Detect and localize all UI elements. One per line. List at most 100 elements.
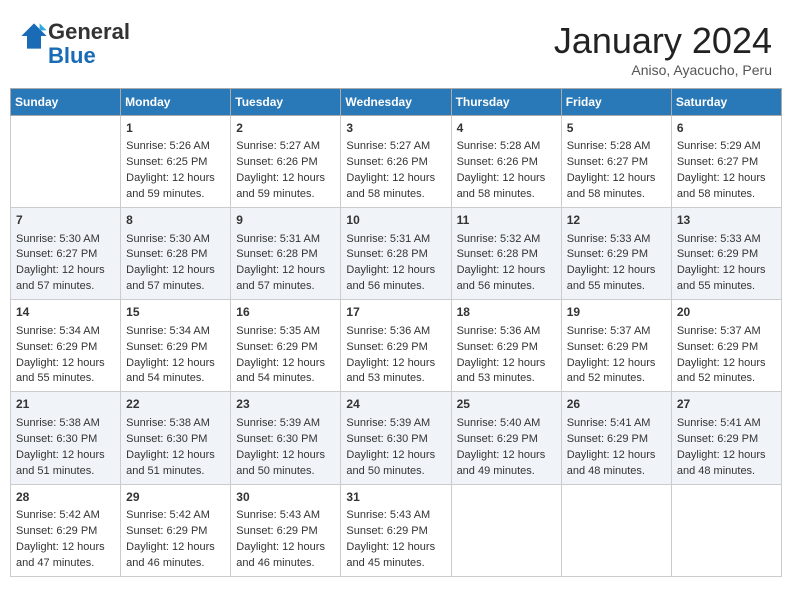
day-info: Sunrise: 5:39 AM Sunset: 6:30 PM Dayligh… bbox=[236, 417, 325, 477]
day-number: 19 bbox=[567, 304, 666, 321]
day-number: 7 bbox=[16, 212, 115, 229]
day-number: 24 bbox=[346, 396, 445, 413]
calendar-day-cell: 18 Sunrise: 5:36 AM Sunset: 6:29 PM Dayli… bbox=[451, 300, 561, 392]
day-number: 20 bbox=[677, 304, 776, 321]
day-number: 31 bbox=[346, 489, 445, 506]
day-info: Sunrise: 5:36 AM Sunset: 6:29 PM Dayligh… bbox=[346, 325, 435, 385]
day-info: Sunrise: 5:31 AM Sunset: 6:28 PM Dayligh… bbox=[236, 233, 325, 293]
day-info: Sunrise: 5:29 AM Sunset: 6:27 PM Dayligh… bbox=[677, 140, 766, 200]
calendar-day-cell: 10 Sunrise: 5:31 AM Sunset: 6:28 PM Dayli… bbox=[341, 208, 451, 300]
day-number: 4 bbox=[457, 120, 556, 137]
calendar-day-cell: 29 Sunrise: 5:42 AM Sunset: 6:29 PM Dayli… bbox=[121, 484, 231, 576]
logo-icon bbox=[20, 22, 48, 50]
calendar-day-cell: 22 Sunrise: 5:38 AM Sunset: 6:30 PM Dayli… bbox=[121, 392, 231, 484]
calendar-day-cell: 13 Sunrise: 5:33 AM Sunset: 6:29 PM Dayli… bbox=[671, 208, 781, 300]
calendar-week-row: 14Sunrise: 5:34 AM Sunset: 6:29 PM Dayli… bbox=[11, 300, 782, 392]
day-number: 26 bbox=[567, 396, 666, 413]
day-number: 17 bbox=[346, 304, 445, 321]
day-number: 22 bbox=[126, 396, 225, 413]
calendar-day-cell: 17 Sunrise: 5:36 AM Sunset: 6:29 PM Dayli… bbox=[341, 300, 451, 392]
day-info: Sunrise: 5:41 AM Sunset: 6:29 PM Dayligh… bbox=[567, 417, 656, 477]
day-info: Sunrise: 5:39 AM Sunset: 6:30 PM Dayligh… bbox=[346, 417, 435, 477]
page-header: General Blue January 2024 Aniso, Ayacuch… bbox=[10, 10, 782, 83]
title-block: January 2024 Aniso, Ayacucho, Peru bbox=[554, 20, 772, 78]
day-info: Sunrise: 5:37 AM Sunset: 6:29 PM Dayligh… bbox=[567, 325, 656, 385]
day-info: Sunrise: 5:31 AM Sunset: 6:28 PM Dayligh… bbox=[346, 233, 435, 293]
location-subtitle: Aniso, Ayacucho, Peru bbox=[554, 62, 772, 78]
day-number: 21 bbox=[16, 396, 115, 413]
calendar-day-cell: 11 Sunrise: 5:32 AM Sunset: 6:28 PM Dayli… bbox=[451, 208, 561, 300]
day-info: Sunrise: 5:26 AM Sunset: 6:25 PM Dayligh… bbox=[126, 140, 215, 200]
day-info: Sunrise: 5:33 AM Sunset: 6:29 PM Dayligh… bbox=[677, 233, 766, 293]
day-info: Sunrise: 5:33 AM Sunset: 6:29 PM Dayligh… bbox=[567, 233, 656, 293]
calendar-day-cell: 28Sunrise: 5:42 AM Sunset: 6:29 PM Dayli… bbox=[11, 484, 121, 576]
day-number: 16 bbox=[236, 304, 335, 321]
day-number: 27 bbox=[677, 396, 776, 413]
day-info: Sunrise: 5:30 AM Sunset: 6:27 PM Dayligh… bbox=[16, 233, 105, 293]
calendar-day-cell: 31Sunrise: 5:43 AM Sunset: 6:29 PM Dayli… bbox=[341, 484, 451, 576]
calendar-day-cell: 24 Sunrise: 5:39 AM Sunset: 6:30 PM Dayli… bbox=[341, 392, 451, 484]
day-of-week-header: Friday bbox=[561, 89, 671, 116]
day-of-week-header: Tuesday bbox=[231, 89, 341, 116]
calendar-day-cell: 8 Sunrise: 5:30 AM Sunset: 6:28 PM Daylig… bbox=[121, 208, 231, 300]
calendar-day-cell: 7 Sunrise: 5:30 AM Sunset: 6:27 PM Daylig… bbox=[11, 208, 121, 300]
day-number: 10 bbox=[346, 212, 445, 229]
calendar-day-cell: 1Sunrise: 5:26 AM Sunset: 6:25 PM Daylig… bbox=[121, 116, 231, 208]
day-info: Sunrise: 5:32 AM Sunset: 6:28 PM Dayligh… bbox=[457, 233, 546, 293]
calendar-week-row: 7 Sunrise: 5:30 AM Sunset: 6:27 PM Daylig… bbox=[11, 208, 782, 300]
day-info: Sunrise: 5:28 AM Sunset: 6:26 PM Dayligh… bbox=[457, 140, 546, 200]
day-info: Sunrise: 5:27 AM Sunset: 6:26 PM Dayligh… bbox=[236, 140, 325, 200]
day-info: Sunrise: 5:42 AM Sunset: 6:29 PM Dayligh… bbox=[126, 509, 215, 569]
calendar-day-cell: 27 Sunrise: 5:41 AM Sunset: 6:29 PM Dayli… bbox=[671, 392, 781, 484]
day-info: Sunrise: 5:38 AM Sunset: 6:30 PM Dayligh… bbox=[126, 417, 215, 477]
day-info: Sunrise: 5:28 AM Sunset: 6:27 PM Dayligh… bbox=[567, 140, 656, 200]
calendar-week-row: 1Sunrise: 5:26 AM Sunset: 6:25 PM Daylig… bbox=[11, 116, 782, 208]
calendar-day-cell: 3 Sunrise: 5:27 AM Sunset: 6:26 PM Daylig… bbox=[341, 116, 451, 208]
calendar-day-cell: 4 Sunrise: 5:28 AM Sunset: 6:26 PM Daylig… bbox=[451, 116, 561, 208]
calendar-day-cell: 6 Sunrise: 5:29 AM Sunset: 6:27 PM Daylig… bbox=[671, 116, 781, 208]
day-number: 23 bbox=[236, 396, 335, 413]
day-number: 8 bbox=[126, 212, 225, 229]
day-info: Sunrise: 5:34 AM Sunset: 6:29 PM Dayligh… bbox=[16, 325, 105, 385]
day-info: Sunrise: 5:34 AM Sunset: 6:29 PM Dayligh… bbox=[126, 325, 215, 385]
calendar-empty-cell bbox=[11, 116, 121, 208]
calendar-empty-cell bbox=[451, 484, 561, 576]
day-number: 29 bbox=[126, 489, 225, 506]
day-info: Sunrise: 5:38 AM Sunset: 6:30 PM Dayligh… bbox=[16, 417, 105, 477]
calendar-day-cell: 26 Sunrise: 5:41 AM Sunset: 6:29 PM Dayli… bbox=[561, 392, 671, 484]
day-number: 12 bbox=[567, 212, 666, 229]
day-info: Sunrise: 5:42 AM Sunset: 6:29 PM Dayligh… bbox=[16, 509, 105, 569]
day-number: 6 bbox=[677, 120, 776, 137]
day-info: Sunrise: 5:35 AM Sunset: 6:29 PM Dayligh… bbox=[236, 325, 325, 385]
day-number: 5 bbox=[567, 120, 666, 137]
calendar-day-cell: 15 Sunrise: 5:34 AM Sunset: 6:29 PM Dayli… bbox=[121, 300, 231, 392]
day-info: Sunrise: 5:27 AM Sunset: 6:26 PM Dayligh… bbox=[346, 140, 435, 200]
day-number: 25 bbox=[457, 396, 556, 413]
month-title: January 2024 bbox=[554, 20, 772, 62]
calendar-day-cell: 12 Sunrise: 5:33 AM Sunset: 6:29 PM Dayli… bbox=[561, 208, 671, 300]
day-number: 15 bbox=[126, 304, 225, 321]
day-info: Sunrise: 5:30 AM Sunset: 6:28 PM Dayligh… bbox=[126, 233, 215, 293]
calendar-day-cell: 5 Sunrise: 5:28 AM Sunset: 6:27 PM Daylig… bbox=[561, 116, 671, 208]
calendar-day-cell: 19 Sunrise: 5:37 AM Sunset: 6:29 PM Dayli… bbox=[561, 300, 671, 392]
calendar-day-cell: 23 Sunrise: 5:39 AM Sunset: 6:30 PM Dayli… bbox=[231, 392, 341, 484]
calendar-day-cell: 9Sunrise: 5:31 AM Sunset: 6:28 PM Daylig… bbox=[231, 208, 341, 300]
calendar-day-cell: 2Sunrise: 5:27 AM Sunset: 6:26 PM Daylig… bbox=[231, 116, 341, 208]
day-number: 3 bbox=[346, 120, 445, 137]
logo-blue-text: Blue bbox=[48, 43, 96, 68]
calendar-week-row: 21 Sunrise: 5:38 AM Sunset: 6:30 PM Dayli… bbox=[11, 392, 782, 484]
logo-general-text: General bbox=[48, 19, 130, 44]
day-info: Sunrise: 5:41 AM Sunset: 6:29 PM Dayligh… bbox=[677, 417, 766, 477]
calendar-day-cell: 16 Sunrise: 5:35 AM Sunset: 6:29 PM Dayli… bbox=[231, 300, 341, 392]
day-info: Sunrise: 5:43 AM Sunset: 6:29 PM Dayligh… bbox=[236, 509, 325, 569]
day-of-week-header: Thursday bbox=[451, 89, 561, 116]
day-number: 30 bbox=[236, 489, 335, 506]
day-number: 13 bbox=[677, 212, 776, 229]
day-info: Sunrise: 5:37 AM Sunset: 6:29 PM Dayligh… bbox=[677, 325, 766, 385]
day-of-week-header: Sunday bbox=[11, 89, 121, 116]
day-number: 18 bbox=[457, 304, 556, 321]
calendar-empty-cell bbox=[671, 484, 781, 576]
day-number: 11 bbox=[457, 212, 556, 229]
day-info: Sunrise: 5:36 AM Sunset: 6:29 PM Dayligh… bbox=[457, 325, 546, 385]
calendar-table: SundayMondayTuesdayWednesdayThursdayFrid… bbox=[10, 88, 782, 577]
